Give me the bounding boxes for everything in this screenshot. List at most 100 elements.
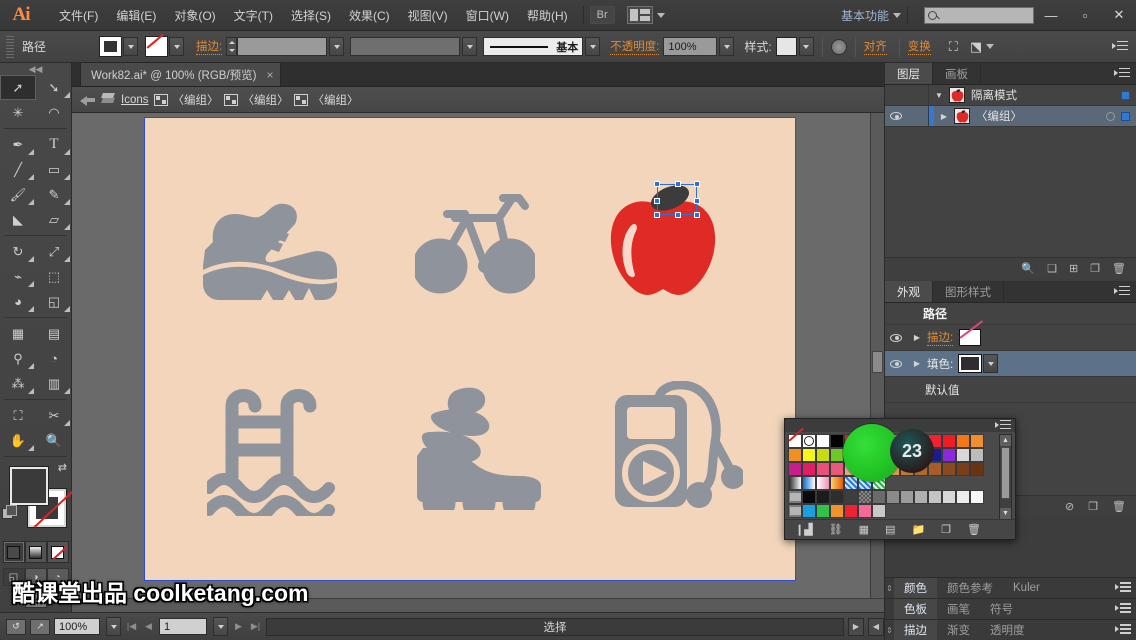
blend-tool[interactable]: ◔: [36, 346, 72, 371]
menu-view[interactable]: 视图(V): [399, 4, 457, 27]
blob-brush-tool[interactable]: ◣: [0, 207, 36, 232]
rectangle-tool[interactable]: ▭: [36, 157, 72, 182]
breadcrumb-group-3[interactable]: 〈编组〉: [313, 92, 359, 108]
apple-icon[interactable]: [608, 183, 718, 299]
menu-window[interactable]: 窗口(W): [457, 4, 518, 27]
layer-target-circle[interactable]: [1106, 111, 1115, 121]
minimize-button[interactable]: —: [1034, 0, 1068, 31]
tab-brushes[interactable]: 画笔: [937, 599, 980, 619]
swatches-flyout-menu-icon[interactable]: [995, 419, 1011, 432]
roller-skate-icon[interactable]: [417, 384, 545, 510]
swatch-cell[interactable]: [788, 490, 802, 504]
swatches-panel-menu-icon[interactable]: [1115, 603, 1136, 615]
swatch-cell[interactable]: [816, 504, 830, 518]
next-artboard-icon[interactable]: ▶: [232, 618, 245, 635]
breadcrumb-root[interactable]: Icons: [121, 94, 149, 106]
appearance-stroke-label[interactable]: 描边:: [927, 329, 954, 346]
recolor-artwork-icon[interactable]: [830, 38, 847, 55]
tab-gradient[interactable]: 渐变: [937, 620, 980, 640]
make-clipping-mask-icon[interactable]: ❑: [1047, 262, 1057, 275]
swatch-cell[interactable]: [830, 462, 844, 476]
swatch-cell[interactable]: [956, 434, 970, 448]
stroke-panel-menu-icon[interactable]: [1115, 624, 1136, 636]
rotate-tool[interactable]: ↻: [0, 239, 36, 264]
menu-object[interactable]: 对象(O): [165, 4, 224, 27]
swatch-cell[interactable]: [788, 504, 802, 518]
magic-wand-tool[interactable]: ✳: [0, 100, 36, 125]
gradient-fill-button[interactable]: [24, 541, 47, 563]
eyedropper-tool[interactable]: ⚲: [0, 346, 36, 371]
swatch-cell[interactable]: [970, 448, 984, 462]
last-artboard-icon[interactable]: ▶|: [249, 618, 262, 635]
menu-effect[interactable]: 效果(C): [340, 4, 399, 27]
tab-kuler[interactable]: Kuler: [1003, 578, 1050, 598]
layer-row-isolation[interactable]: ▼ 隔离模式: [885, 85, 1136, 106]
show-swatch-kinds-icon[interactable]: ▦: [859, 523, 869, 536]
tools-panel-grip[interactable]: ◀◀: [0, 63, 71, 75]
swatch-cell[interactable]: [970, 434, 984, 448]
swatch-cell[interactable]: [788, 427, 804, 448]
canvas-vertical-scroll-thumb[interactable]: [872, 351, 883, 373]
lasso-tool[interactable]: ◠: [36, 100, 72, 125]
swatch-cell[interactable]: [816, 476, 830, 490]
appearance-fill-swatch[interactable]: [958, 354, 983, 373]
swatch-cell[interactable]: [816, 434, 830, 448]
workspace-chevron-down-icon[interactable]: [893, 12, 901, 18]
free-transform-tool[interactable]: ⬚: [36, 264, 72, 289]
document-tab-close-icon[interactable]: ×: [266, 68, 273, 82]
exit-isolation-back-icon[interactable]: [80, 93, 96, 107]
menu-file[interactable]: 文件(F): [50, 4, 107, 27]
breadcrumb-group-2[interactable]: 〈编组〉: [243, 92, 289, 108]
shape-builder-tool[interactable]: ◕: [0, 289, 36, 314]
pen-tool[interactable]: ✒: [0, 132, 36, 157]
delete-layer-icon[interactable]: 🗑: [1112, 262, 1126, 275]
appearance-panel-menu-icon[interactable]: [1114, 281, 1136, 302]
appearance-row-stroke[interactable]: ▶ 描边:: [885, 325, 1136, 351]
swap-fill-stroke-icon[interactable]: ⇄: [58, 461, 67, 474]
swatch-cell[interactable]: [900, 490, 914, 504]
swatch-cell[interactable]: [802, 476, 816, 490]
swatch-cell[interactable]: [942, 490, 956, 504]
swatch-cell[interactable]: [788, 448, 802, 462]
tab-stroke[interactable]: 描边: [894, 620, 937, 640]
layer-target-square-1[interactable]: [1121, 90, 1130, 100]
color-panel-menu-icon[interactable]: [1115, 582, 1136, 594]
search-input[interactable]: [924, 6, 1034, 24]
type-tool[interactable]: T: [36, 132, 72, 157]
artboard-chevron-down-icon[interactable]: [213, 617, 228, 636]
swatch-cell[interactable]: [830, 504, 844, 518]
slice-tool[interactable]: ✂: [36, 403, 72, 428]
perspective-grid-tool[interactable]: ◱: [36, 289, 72, 314]
swatch-cell[interactable]: [788, 462, 802, 476]
symbol-sprayer-tool[interactable]: ⁂: [0, 371, 36, 396]
mesh-tool[interactable]: ▦: [0, 321, 36, 346]
breadcrumb-group-1[interactable]: 〈编组〉: [173, 92, 219, 108]
swatch-cell[interactable]: [942, 434, 956, 448]
variable-width-profile-field[interactable]: [350, 37, 461, 56]
menu-type[interactable]: 文字(T): [225, 4, 282, 27]
tab-color-guide[interactable]: 颜色参考: [937, 578, 1003, 598]
swatch-cell[interactable]: [970, 462, 984, 476]
fill-dropdown-icon[interactable]: [123, 37, 139, 56]
layer-lock-blank[interactable]: [907, 85, 929, 105]
direct-selection-tool[interactable]: ➘: [36, 75, 72, 100]
graphic-style-swatch[interactable]: [775, 37, 797, 56]
gradient-tool[interactable]: ▤: [36, 321, 72, 346]
swatch-options-icon[interactable]: ▤: [885, 523, 895, 536]
menu-select[interactable]: 选择(S): [282, 4, 340, 27]
layer-lock-toggle[interactable]: [907, 106, 929, 126]
profile-chevron-down-icon[interactable]: [462, 37, 478, 56]
bridge-button[interactable]: Br: [589, 6, 615, 24]
opacity-field[interactable]: 100%: [663, 37, 718, 56]
layer-row-group[interactable]: ▶ 〈编组〉: [885, 106, 1136, 127]
pool-ladder-icon[interactable]: [207, 380, 335, 516]
swatch-cell[interactable]: [816, 462, 830, 476]
select-similar-objects-icon[interactable]: ⬔: [970, 39, 982, 55]
color-row-grip[interactable]: ⇕: [885, 584, 894, 593]
tab-layers[interactable]: 图层: [885, 63, 933, 84]
document-tab[interactable]: Work82.ai* @ 100% (RGB/预览) ×: [80, 62, 281, 86]
swatch-cell[interactable]: [872, 504, 886, 518]
zoom-tool[interactable]: 🔍: [36, 428, 72, 453]
stroke-dropdown-icon[interactable]: [169, 37, 185, 56]
swatch-cell[interactable]: [816, 490, 830, 504]
